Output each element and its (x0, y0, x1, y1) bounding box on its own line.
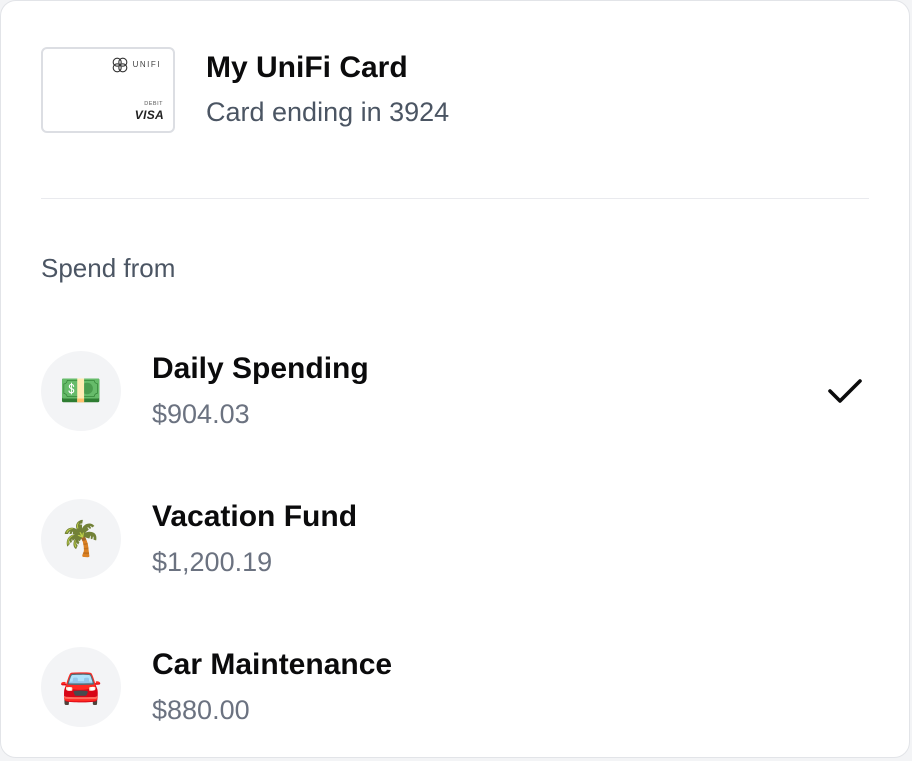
palm-tree-icon: 🌴 (41, 499, 121, 579)
money-icon: 💵 (41, 351, 121, 431)
card-debit-label: DEBIT (144, 100, 163, 107)
account-list: 💵 Daily Spending $904.03 🌴 Vacation Fund… (41, 317, 869, 761)
account-text: Vacation Fund $1,200.19 (152, 499, 357, 579)
account-balance: $1,200.19 (152, 547, 273, 577)
card-name: My UniFi Card (206, 51, 408, 84)
spend-from-label: Spend from (41, 253, 176, 283)
account-text: Daily Spending $904.03 (152, 351, 369, 431)
card-info: My UniFi Card Card ending in 3924 (206, 50, 449, 129)
card-spend-panel: UNIFI DEBIT VISA My UniFi Card Card endi… (0, 0, 910, 758)
account-name: Car Maintenance (152, 648, 393, 681)
account-option-car-maintenance[interactable]: 🚘 Car Maintenance $880.00 (41, 613, 869, 761)
card-logo-text: UNIFI (132, 60, 161, 69)
account-option-daily-spending[interactable]: 💵 Daily Spending $904.03 (41, 317, 869, 465)
checkmark-icon (828, 379, 862, 403)
card-thumbnail: UNIFI DEBIT VISA (41, 46, 175, 133)
card-ending: Card ending in 3924 (206, 97, 450, 127)
account-balance: $904.03 (152, 399, 250, 429)
account-balance: $880.00 (152, 695, 250, 725)
account-text: Car Maintenance $880.00 (152, 647, 392, 727)
unifi-logo: UNIFI (112, 57, 161, 73)
card-header: UNIFI DEBIT VISA My UniFi Card Card endi… (41, 1, 869, 199)
account-option-vacation-fund[interactable]: 🌴 Vacation Fund $1,200.19 (41, 465, 869, 613)
account-name: Vacation Fund (152, 500, 358, 533)
unifi-logo-icon (112, 57, 127, 72)
visa-logo: VISA (134, 107, 164, 122)
account-name: Daily Spending (152, 352, 369, 385)
car-icon: 🚘 (41, 647, 121, 727)
